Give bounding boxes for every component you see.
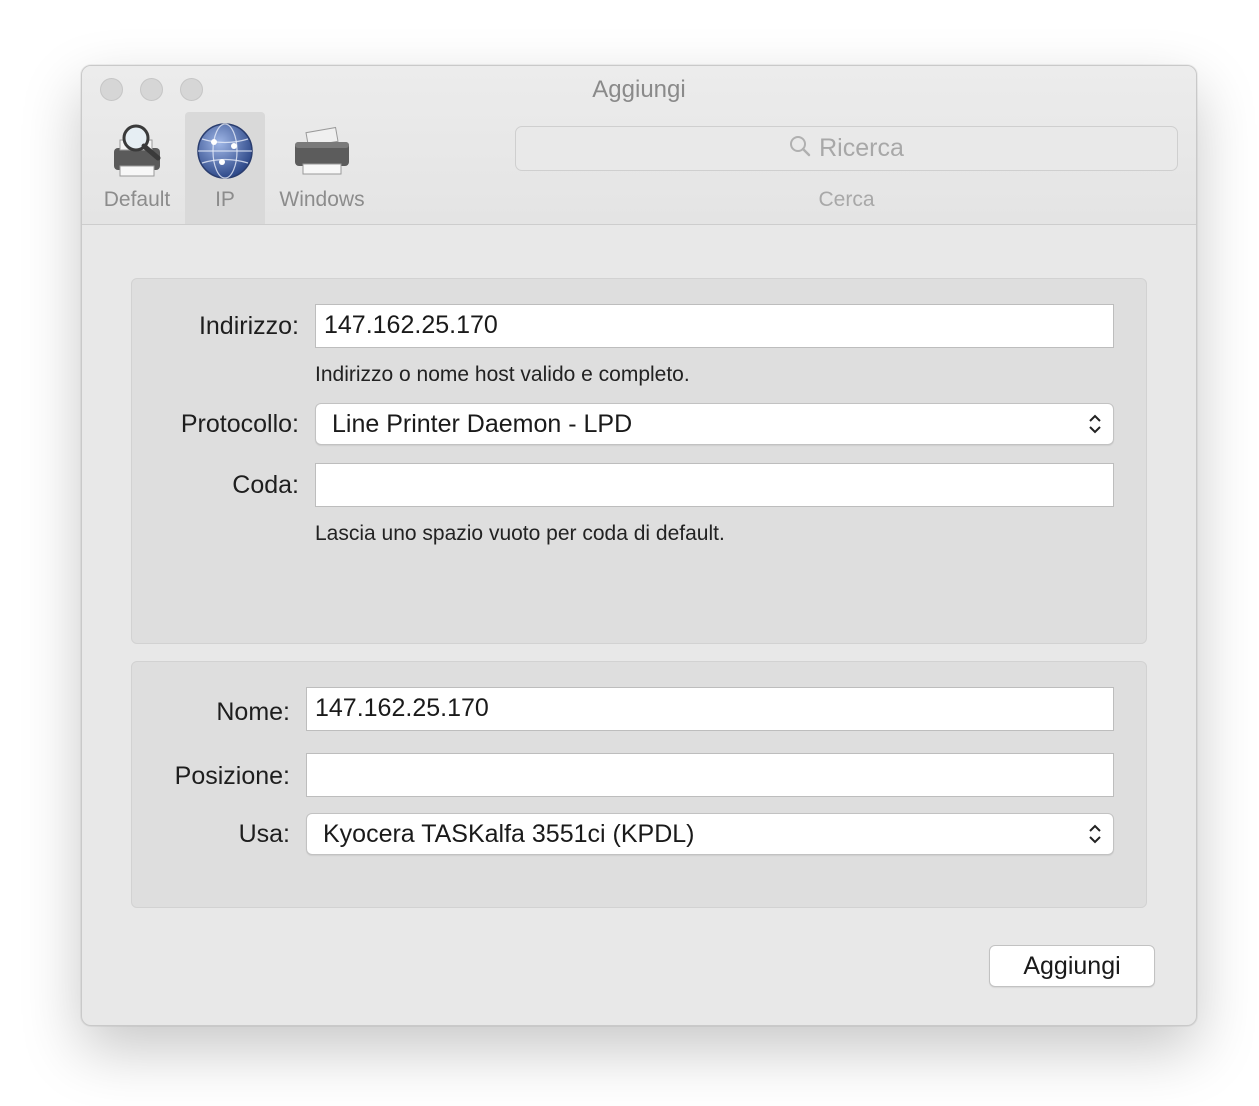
protocol-label: Protocollo: bbox=[180, 410, 299, 438]
location-field[interactable] bbox=[306, 753, 1114, 797]
queue-field[interactable] bbox=[315, 463, 1114, 507]
window-title: Aggiungi bbox=[592, 76, 686, 103]
printer-icon bbox=[289, 122, 355, 185]
name-field[interactable]: 147.162.25.170 bbox=[306, 687, 1114, 731]
protocol-popup[interactable]: Line Printer Daemon - LPD bbox=[315, 403, 1114, 445]
queue-label: Coda: bbox=[232, 471, 299, 499]
printer-info-group: Nome: 147.162.25.170 Posizione: Usa: Kyo… bbox=[131, 661, 1147, 908]
search-field[interactable]: Ricerca bbox=[515, 126, 1178, 171]
queue-hint: Lascia uno spazio vuoto per coda di defa… bbox=[315, 522, 725, 545]
protocol-value: Line Printer Daemon - LPD bbox=[332, 410, 633, 438]
toolbar-windows-button[interactable]: Windows bbox=[272, 112, 372, 224]
toolbar-default-button[interactable]: Default bbox=[94, 112, 180, 224]
location-label: Posizione: bbox=[174, 762, 290, 790]
add-button[interactable]: Aggiungi bbox=[989, 945, 1155, 987]
title-toolbar: Aggiungi Default IP Windows Ricerca Cerc… bbox=[82, 66, 1196, 225]
toolbar-ip-button[interactable]: IP bbox=[185, 112, 265, 224]
name-label: Nome: bbox=[216, 698, 290, 726]
address-label: Indirizzo: bbox=[198, 312, 299, 340]
address-field[interactable]: 147.162.25.170 bbox=[315, 304, 1114, 348]
toolbar-ip-label: IP bbox=[215, 188, 235, 211]
chevron-updown-icon bbox=[1087, 822, 1103, 852]
search-icon bbox=[789, 135, 811, 164]
search-placeholder: Ricerca bbox=[819, 134, 904, 162]
search-label: Cerca bbox=[818, 188, 875, 211]
driver-popup[interactable]: Kyocera TASKalfa 3551ci (KPDL) bbox=[306, 813, 1114, 855]
address-hint: Indirizzo o nome host valido e completo. bbox=[315, 363, 690, 386]
driver-value: Kyocera TASKalfa 3551ci (KPDL) bbox=[323, 820, 695, 848]
connection-group: Indirizzo: 147.162.25.170 Indirizzo o no… bbox=[131, 278, 1147, 644]
toolbar-default-label: Default bbox=[103, 188, 171, 211]
add-printer-window: Aggiungi Default IP Windows Ricerca Cerc… bbox=[81, 65, 1197, 1026]
printer-magnifier-icon bbox=[106, 122, 168, 185]
globe-icon bbox=[196, 122, 254, 185]
use-label: Usa: bbox=[238, 820, 290, 848]
chevron-updown-icon bbox=[1087, 412, 1103, 442]
toolbar-windows-label: Windows bbox=[279, 188, 365, 211]
